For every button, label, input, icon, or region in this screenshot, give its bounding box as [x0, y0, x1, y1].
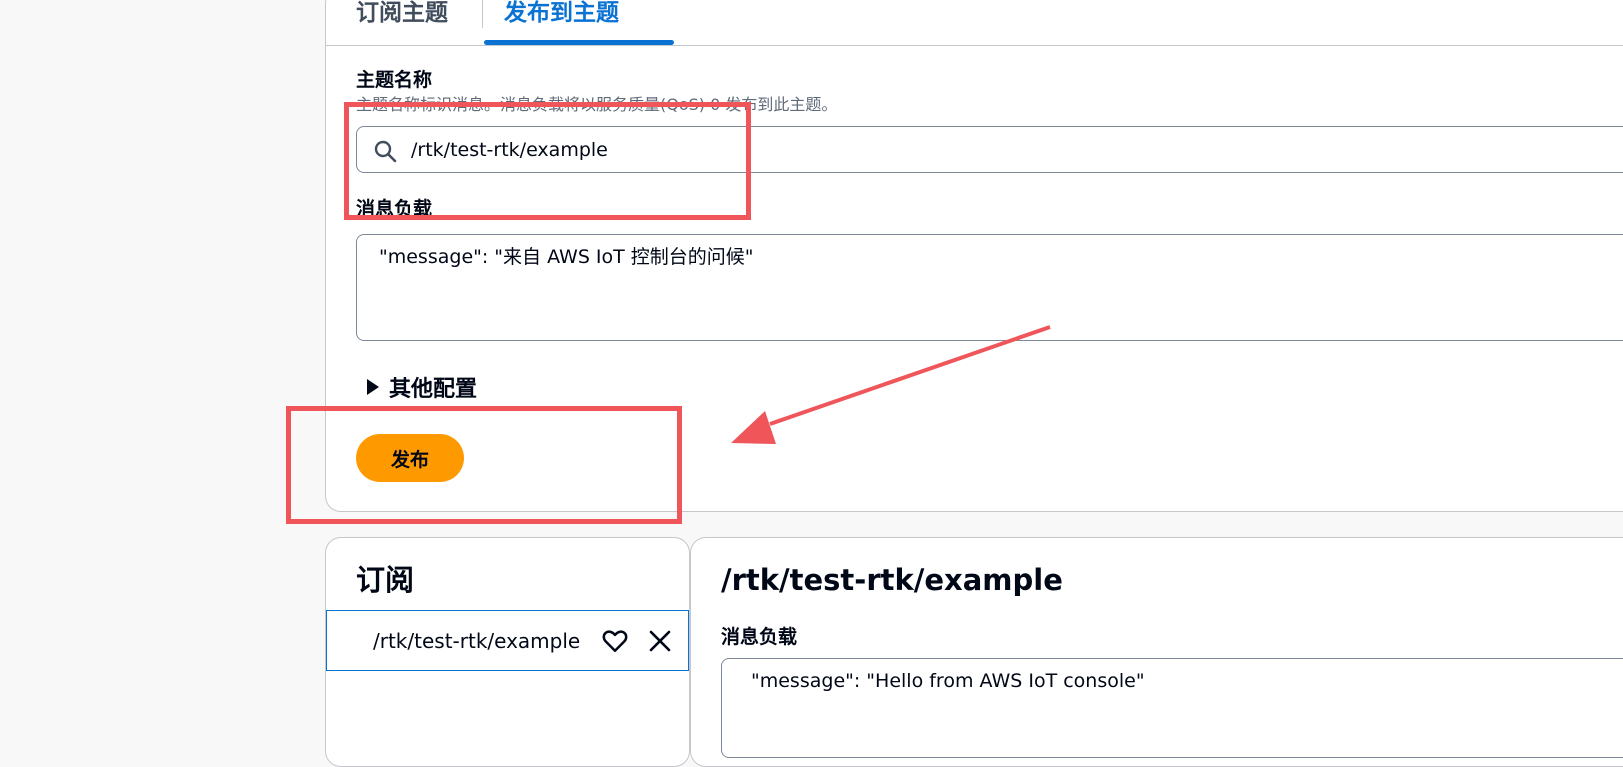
payload-editor[interactable]: "message": "来自 AWS IoT 控制台的问候"	[356, 234, 1623, 341]
annotation-box-publish	[286, 406, 682, 524]
active-tab-indicator	[484, 40, 674, 45]
tab-subscribe[interactable]: 订阅主题	[356, 0, 474, 46]
close-icon[interactable]	[648, 629, 672, 653]
annotation-box-topic	[344, 102, 751, 220]
subscriptions-title: 订阅	[356, 563, 415, 597]
message-payload-box: "message": "Hello from AWS IoT console"	[721, 658, 1623, 758]
additional-config-expander[interactable]: 其他配置	[363, 372, 477, 402]
tab-separator	[482, 0, 483, 28]
heart-icon[interactable]	[602, 628, 628, 654]
tab-bar: 订阅主题 发布到主题	[325, 0, 1623, 46]
subscription-topic: /rtk/test-rtk/example	[373, 629, 581, 653]
message-topic-title: /rtk/test-rtk/example	[721, 563, 1063, 597]
additional-config-label: 其他配置	[389, 377, 478, 402]
topic-name-label: 主题名称	[356, 69, 433, 91]
subscription-item[interactable]: /rtk/test-rtk/example	[326, 610, 689, 671]
message-payload-label: 消息负载	[721, 626, 798, 648]
caret-right-icon	[367, 379, 379, 395]
